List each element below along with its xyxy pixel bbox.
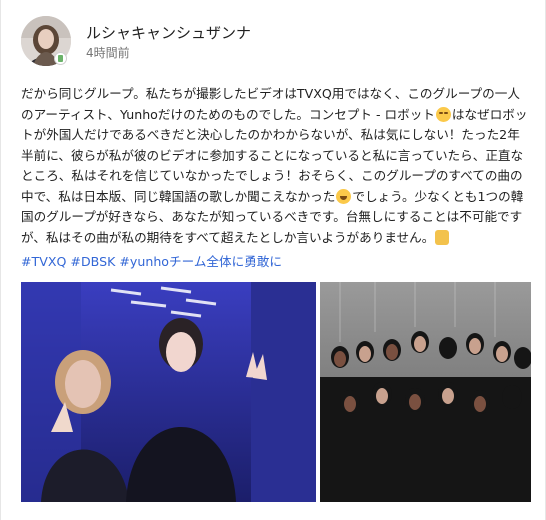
photo-gallery (21, 282, 531, 502)
laughing-emoji-icon (435, 106, 451, 122)
post-timestamp[interactable]: 4時間前 (86, 44, 130, 61)
post-card: ルシャキャンシュザンナ 4時間前 だから同じグループ。私たちが撮影したビデオはT… (0, 0, 546, 520)
grinning-emoji-icon (336, 188, 352, 204)
hashtag-caption: チーム全体に勇敢に (169, 254, 282, 269)
hashtag-link[interactable]: #TVXQ (21, 254, 66, 269)
author-name[interactable]: ルシャキャンシュザンナ (86, 22, 251, 43)
hashtag-line: #TVXQ #DBSK #yunhoチーム全体に勇敢に (21, 252, 531, 272)
hashtag-link[interactable]: #yunho (119, 254, 169, 269)
hashtag-link[interactable]: #DBSK (70, 254, 115, 269)
online-status-icon (54, 52, 67, 65)
photo-group[interactable] (320, 282, 531, 502)
clapping-hands-icon (435, 229, 450, 245)
photo-selfie[interactable] (21, 282, 316, 502)
post-body: だから同じグループ。私たちが撮影したビデオはTVXQ用ではなく、このグループの一… (21, 84, 531, 248)
